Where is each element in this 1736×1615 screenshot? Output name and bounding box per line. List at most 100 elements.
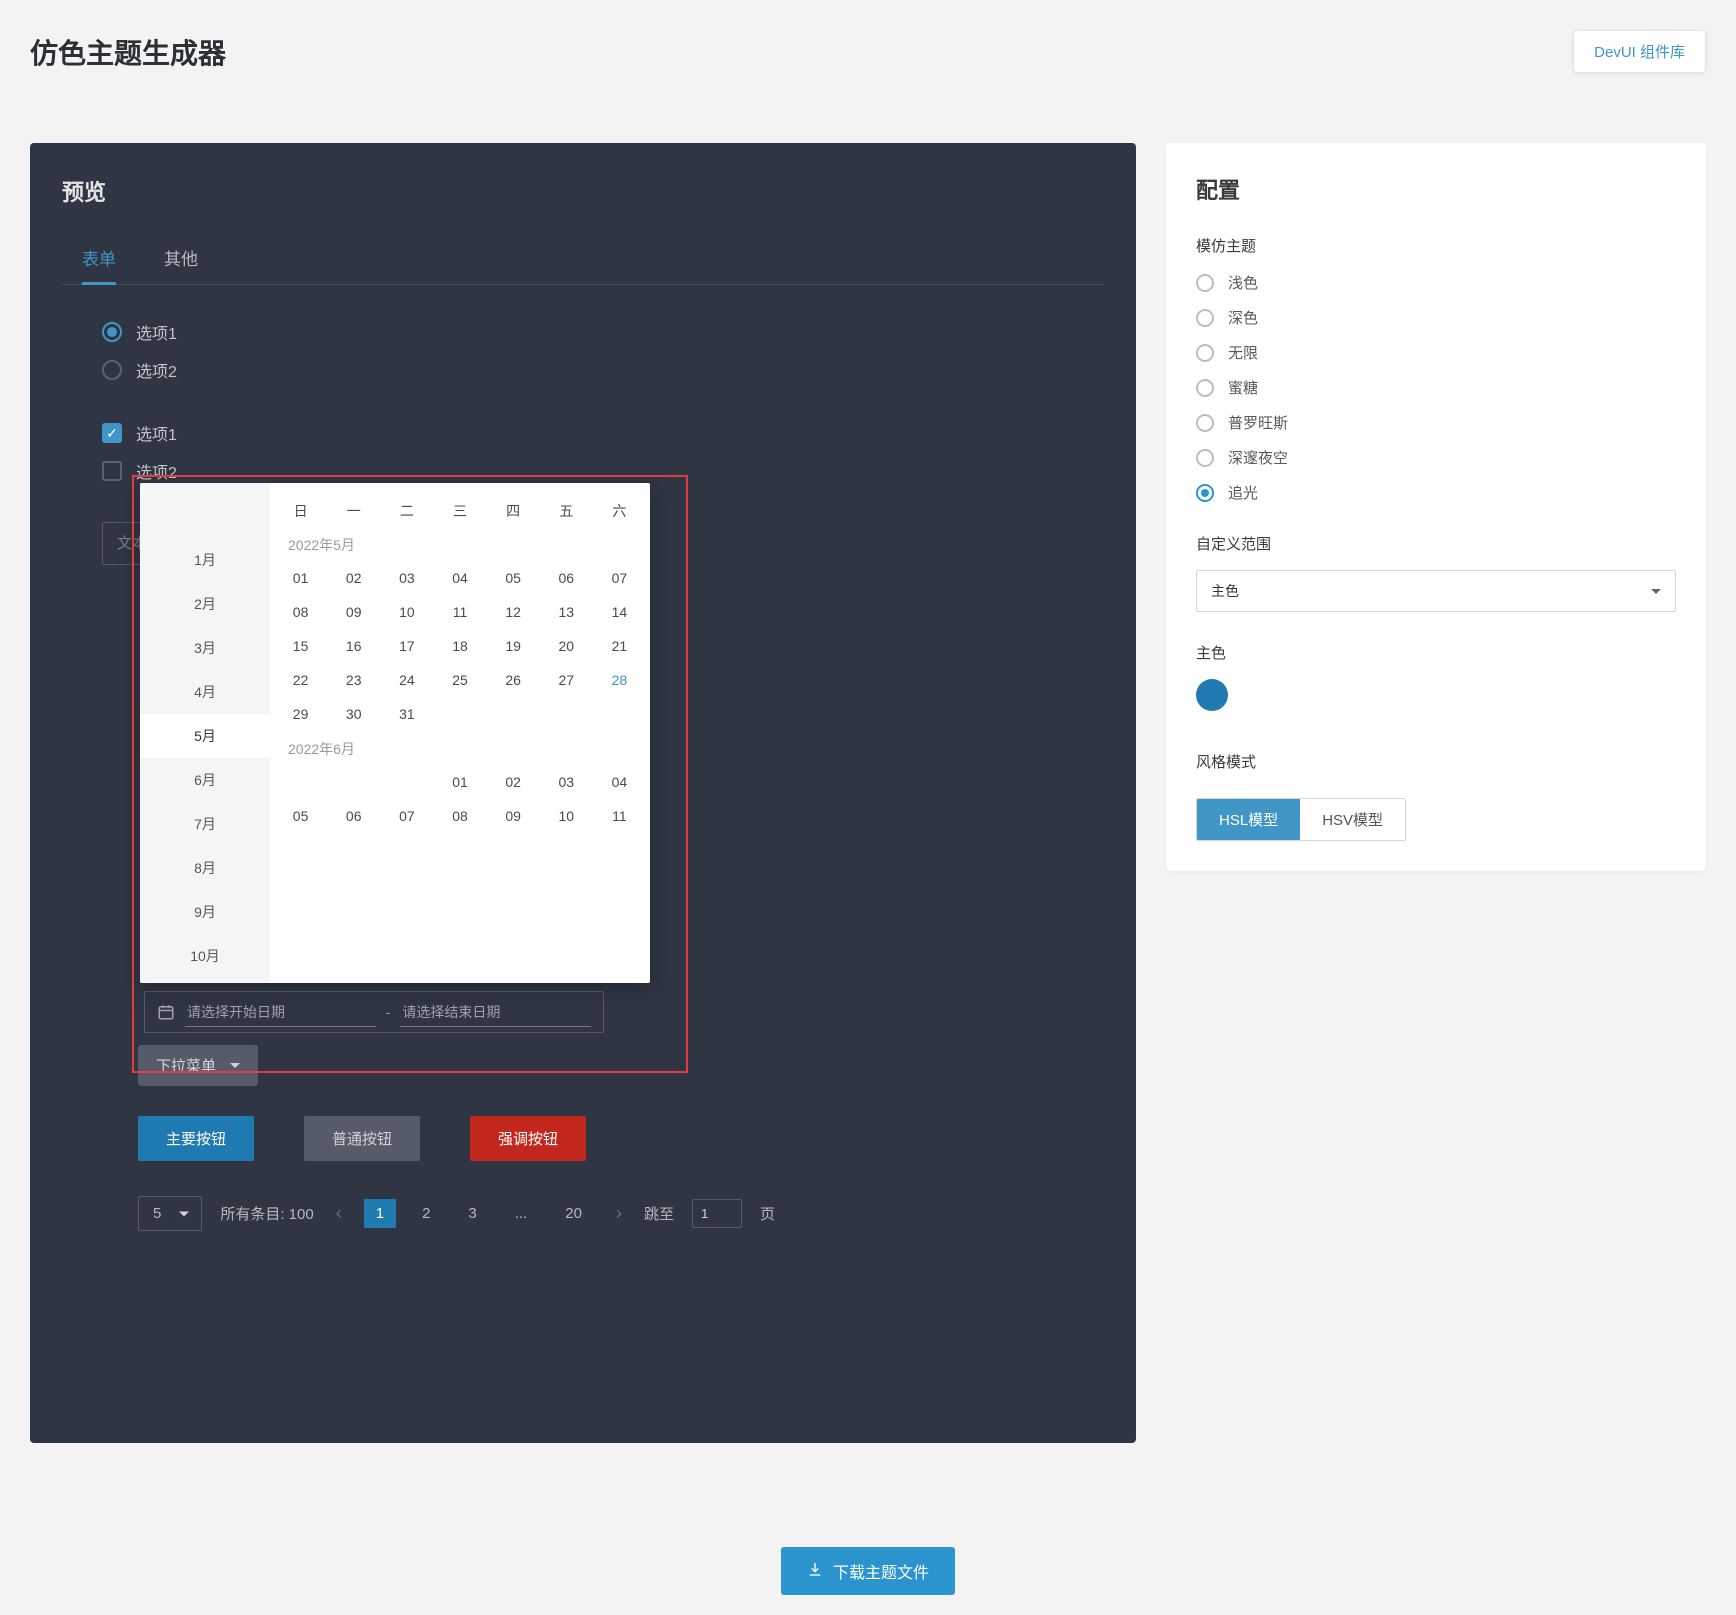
theme-option[interactable]: 深邃夜空 bbox=[1196, 447, 1676, 468]
pager-page[interactable]: 3 bbox=[456, 1199, 488, 1228]
day-cell[interactable]: 09 bbox=[487, 799, 540, 833]
month-item[interactable]: 1月 bbox=[140, 538, 270, 582]
month-item[interactable]: 2月 bbox=[140, 582, 270, 626]
day-cell[interactable]: 09 bbox=[327, 595, 380, 629]
mode-segmented: HSL模型HSV模型 bbox=[1196, 798, 1406, 841]
radio-row-0[interactable]: 选项1 bbox=[62, 320, 1104, 344]
day-cell[interactable]: 30 bbox=[327, 697, 380, 731]
start-date-field[interactable]: 请选择开始日期 bbox=[185, 998, 376, 1027]
day-cell[interactable]: 05 bbox=[487, 561, 540, 595]
day-cell[interactable]: 17 bbox=[380, 629, 433, 663]
day-cell[interactable]: 11 bbox=[593, 799, 646, 833]
primary-color-swatch[interactable] bbox=[1196, 679, 1228, 711]
radio-icon bbox=[102, 360, 122, 380]
mode-option[interactable]: HSV模型 bbox=[1300, 799, 1405, 840]
day-blank bbox=[433, 697, 486, 731]
theme-option[interactable]: 追光 bbox=[1196, 482, 1676, 503]
pager-page[interactable]: 20 bbox=[553, 1199, 594, 1228]
day-cell[interactable]: 04 bbox=[593, 765, 646, 799]
pager-prev[interactable]: ‹ bbox=[332, 1203, 346, 1224]
checkbox-row-1[interactable]: 选项2 bbox=[62, 459, 1104, 483]
day-cell[interactable]: 04 bbox=[433, 561, 486, 595]
day-cell[interactable]: 31 bbox=[380, 697, 433, 731]
end-date-field[interactable]: 请选择结束日期 bbox=[400, 998, 591, 1027]
day-cell[interactable]: 25 bbox=[433, 663, 486, 697]
day-cell[interactable]: 01 bbox=[433, 765, 486, 799]
pager-jump-input[interactable] bbox=[692, 1199, 742, 1228]
day-cell[interactable]: 13 bbox=[540, 595, 593, 629]
day-cell[interactable]: 05 bbox=[274, 799, 327, 833]
month-item[interactable]: 10月 bbox=[140, 934, 270, 978]
day-cell[interactable]: 24 bbox=[380, 663, 433, 697]
day-cell[interactable]: 12 bbox=[487, 595, 540, 629]
day-cell[interactable]: 18 bbox=[433, 629, 486, 663]
day-cell[interactable]: 20 bbox=[540, 629, 593, 663]
theme-label: 追光 bbox=[1228, 482, 1258, 503]
day-cell[interactable]: 14 bbox=[593, 595, 646, 629]
day-cell[interactable]: 11 bbox=[433, 595, 486, 629]
pager-total: 所有条目: 100 bbox=[220, 1203, 313, 1224]
month-item[interactable]: 6月 bbox=[140, 758, 270, 802]
day-cell[interactable]: 10 bbox=[380, 595, 433, 629]
theme-option[interactable]: 深色 bbox=[1196, 307, 1676, 328]
normal-button[interactable]: 普通按钮 bbox=[304, 1116, 420, 1161]
range-select[interactable]: 主色 bbox=[1196, 570, 1676, 612]
day-blank bbox=[380, 765, 433, 799]
day-cell[interactable]: 23 bbox=[327, 663, 380, 697]
day-cell[interactable]: 16 bbox=[327, 629, 380, 663]
day-blank bbox=[593, 697, 646, 731]
weekday-label: 日 bbox=[274, 495, 327, 527]
checkbox-row-0[interactable]: ✓选项1 bbox=[62, 421, 1104, 445]
month-item[interactable]: 8月 bbox=[140, 846, 270, 890]
pager-next[interactable]: › bbox=[612, 1203, 626, 1224]
theme-option[interactable]: 无限 bbox=[1196, 342, 1676, 363]
day-cell[interactable]: 15 bbox=[274, 629, 327, 663]
day-blank bbox=[327, 765, 380, 799]
day-cell[interactable]: 07 bbox=[593, 561, 646, 595]
day-cell[interactable]: 02 bbox=[487, 765, 540, 799]
tab-0[interactable]: 表单 bbox=[82, 237, 116, 284]
day-cell[interactable]: 06 bbox=[540, 561, 593, 595]
pager-page[interactable]: 2 bbox=[410, 1199, 442, 1228]
month-item[interactable]: 3月 bbox=[140, 626, 270, 670]
page-size-select[interactable]: 5 bbox=[138, 1196, 202, 1231]
month-item[interactable]: 9月 bbox=[140, 890, 270, 934]
radio-label: 选项2 bbox=[136, 358, 177, 382]
weekday-label: 二 bbox=[380, 495, 433, 527]
emphasis-button[interactable]: 强调按钮 bbox=[470, 1116, 586, 1161]
day-cell[interactable]: 07 bbox=[380, 799, 433, 833]
date-range-input[interactable]: 请选择开始日期 - 请选择结束日期 bbox=[144, 991, 604, 1033]
day-cell[interactable]: 03 bbox=[540, 765, 593, 799]
month-item[interactable]: 4月 bbox=[140, 670, 270, 714]
day-cell[interactable]: 03 bbox=[380, 561, 433, 595]
day-cell[interactable]: 19 bbox=[487, 629, 540, 663]
pager-page[interactable]: 1 bbox=[364, 1199, 396, 1228]
day-cell[interactable]: 22 bbox=[274, 663, 327, 697]
day-cell[interactable]: 26 bbox=[487, 663, 540, 697]
tab-1[interactable]: 其他 bbox=[164, 237, 198, 284]
day-cell[interactable]: 29 bbox=[274, 697, 327, 731]
radio-icon bbox=[1196, 274, 1214, 292]
day-cell[interactable]: 02 bbox=[327, 561, 380, 595]
theme-option[interactable]: 蜜糖 bbox=[1196, 377, 1676, 398]
day-cell[interactable]: 08 bbox=[433, 799, 486, 833]
theme-option[interactable]: 普罗旺斯 bbox=[1196, 412, 1676, 433]
radio-row-1[interactable]: 选项2 bbox=[62, 358, 1104, 382]
mode-option[interactable]: HSL模型 bbox=[1197, 799, 1300, 840]
primary-button[interactable]: 主要按钮 bbox=[138, 1116, 254, 1161]
day-cell[interactable]: 21 bbox=[593, 629, 646, 663]
theme-option[interactable]: 浅色 bbox=[1196, 272, 1676, 293]
weekday-label: 六 bbox=[593, 495, 646, 527]
devui-link-button[interactable]: DevUI 组件库 bbox=[1573, 30, 1706, 73]
month-item[interactable]: 5月 bbox=[140, 714, 270, 758]
day-cell[interactable]: 10 bbox=[540, 799, 593, 833]
day-cell[interactable]: 28 bbox=[593, 663, 646, 697]
day-cell[interactable]: 08 bbox=[274, 595, 327, 629]
day-cell[interactable]: 06 bbox=[327, 799, 380, 833]
dropdown-button[interactable]: 下拉菜单 bbox=[138, 1045, 258, 1086]
day-cell[interactable]: 01 bbox=[274, 561, 327, 595]
day-blank bbox=[487, 697, 540, 731]
download-button[interactable]: 下载主题文件 bbox=[781, 1547, 955, 1595]
day-cell[interactable]: 27 bbox=[540, 663, 593, 697]
month-item[interactable]: 7月 bbox=[140, 802, 270, 846]
